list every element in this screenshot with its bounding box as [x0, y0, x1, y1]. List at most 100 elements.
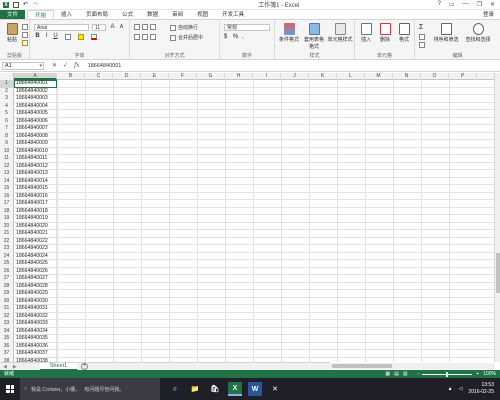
row-header[interactable]: 5 [0, 110, 14, 118]
redo-icon[interactable]: ↷ [33, 2, 39, 8]
cell-a[interactable]: 18664840018 [14, 207, 57, 215]
cell-a[interactable]: 18664840034 [14, 327, 57, 335]
row-header[interactable]: 36 [0, 342, 14, 350]
row-header[interactable]: 34 [0, 327, 14, 335]
column-header-d[interactable]: D [113, 73, 141, 80]
row-header[interactable]: 33 [0, 320, 14, 328]
cell-a[interactable]: 18664840016 [14, 192, 57, 200]
italic-button[interactable]: I [43, 33, 50, 40]
paste-button[interactable]: 粘贴 [3, 23, 21, 43]
cell-a[interactable]: 18664840006 [14, 117, 57, 125]
format-painter-icon[interactable] [22, 40, 28, 46]
row-header[interactable]: 24 [0, 252, 14, 260]
cell-a[interactable]: 18664840029 [14, 290, 57, 298]
row-header[interactable]: 23 [0, 245, 14, 253]
font-color-icon[interactable] [91, 34, 97, 40]
borders-icon[interactable] [65, 34, 71, 40]
ribbon-display-button[interactable]: ▭ [449, 1, 455, 8]
restore-button[interactable]: ❐ [477, 1, 482, 8]
align-bottom-icon[interactable] [150, 24, 156, 30]
cell-a[interactable]: 18664840008 [14, 132, 57, 140]
cell-a[interactable]: 18664840027 [14, 275, 57, 283]
vertical-scrollbar[interactable] [494, 73, 500, 362]
zoom-in-button[interactable]: + [476, 370, 479, 378]
cell-a[interactable]: 18664840013 [14, 170, 57, 178]
column-header-h[interactable]: H [225, 73, 253, 80]
row-header[interactable]: 31 [0, 305, 14, 313]
tab-data[interactable]: 数据 [140, 10, 165, 19]
cell-a[interactable]: 18664840033 [14, 320, 57, 328]
cell-a[interactable]: 18664840031 [14, 305, 57, 313]
zoom-level[interactable]: 100% [483, 370, 496, 378]
undo-icon[interactable]: ↶ [23, 2, 29, 8]
cell-a[interactable]: 18664840032 [14, 312, 57, 320]
cell-a[interactable]: 18664840036 [14, 342, 57, 350]
cell-a[interactable]: 18664840020 [14, 222, 57, 230]
row-header[interactable]: 32 [0, 312, 14, 320]
excel-taskbar-icon[interactable]: X [228, 382, 242, 396]
row-header[interactable]: 4 [0, 102, 14, 110]
row-header[interactable]: 21 [0, 230, 14, 238]
column-header-a[interactable]: A [14, 73, 57, 80]
percent-icon[interactable]: % [233, 34, 238, 40]
align-top-icon[interactable] [134, 24, 140, 30]
row-header[interactable]: 30 [0, 297, 14, 305]
cancel-icon[interactable]: ✕ [52, 62, 57, 69]
help-button[interactable]: ? [438, 1, 441, 8]
row-header[interactable]: 7 [0, 125, 14, 133]
zoom-slider[interactable] [422, 371, 473, 377]
column-header-o[interactable]: O [421, 73, 449, 80]
cell-a[interactable]: 18664840014 [14, 177, 57, 185]
cell-a[interactable]: 18664840024 [14, 252, 57, 260]
number-format-select[interactable]: 常规 [224, 24, 270, 31]
row-header[interactable]: 25 [0, 260, 14, 268]
prev-sheet-icon[interactable]: ◀ [0, 364, 10, 370]
wrap-text-button[interactable]: 自动换行 [170, 24, 198, 31]
cell-a[interactable]: 18664840035 [14, 335, 57, 343]
select-all-button[interactable] [0, 73, 14, 80]
tab-formulas[interactable]: 公式 [115, 10, 140, 19]
cell-a[interactable]: 18664840017 [14, 200, 57, 208]
vertical-scroll-thumb[interactable] [496, 253, 500, 293]
row-header[interactable]: 15 [0, 185, 14, 193]
conditional-format-button[interactable]: 条件格式 [277, 23, 301, 43]
align-right-icon[interactable] [150, 34, 156, 40]
cell-a[interactable]: 18664840025 [14, 260, 57, 268]
format-cells-button[interactable]: 格式 [395, 23, 413, 43]
start-button[interactable] [0, 378, 20, 400]
formula-input[interactable]: 18664840001 [88, 63, 122, 69]
name-box[interactable]: A1 ▾ [2, 61, 44, 70]
font-name-select[interactable]: Arial [34, 24, 89, 31]
row-header[interactable]: 14 [0, 177, 14, 185]
minimize-button[interactable]: — [463, 1, 469, 8]
row-header[interactable]: 37 [0, 350, 14, 358]
cell-a[interactable]: 18664840001 [14, 80, 57, 88]
cell-a[interactable]: 18664840023 [14, 245, 57, 253]
cell-styles-button[interactable]: 单元格样式 [327, 23, 353, 43]
add-sheet-button[interactable]: + [81, 363, 89, 370]
font-size-select[interactable]: 11 [92, 24, 106, 31]
column-header-i[interactable]: I [253, 73, 281, 80]
cell-a[interactable]: 18664840010 [14, 147, 57, 155]
horizontal-scrollbar[interactable] [330, 363, 494, 369]
next-sheet-icon[interactable]: ▶ [10, 364, 20, 370]
file-explorer-icon[interactable]: 📁 [188, 382, 202, 396]
grow-font-button[interactable]: A [109, 24, 116, 31]
cell-a[interactable]: 18664840015 [14, 185, 57, 193]
column-header-n[interactable]: N [393, 73, 421, 80]
copy-icon[interactable] [22, 32, 28, 38]
cell-a[interactable]: 18664840022 [14, 237, 57, 245]
row-header[interactable]: 29 [0, 290, 14, 298]
column-header-b[interactable]: B [57, 73, 85, 80]
align-center-icon[interactable] [142, 34, 148, 40]
bold-button[interactable]: B [34, 33, 41, 40]
cell-a[interactable]: 18664840003 [14, 95, 57, 103]
row-header[interactable]: 6 [0, 117, 14, 125]
tab-review[interactable]: 审阅 [165, 10, 190, 19]
underline-button[interactable]: U [52, 33, 59, 40]
cell-a[interactable]: 18664840002 [14, 87, 57, 95]
row-header[interactable]: 20 [0, 222, 14, 230]
row-header[interactable]: 27 [0, 275, 14, 283]
column-header-j[interactable]: J [281, 73, 309, 80]
clear-icon[interactable] [419, 42, 425, 48]
